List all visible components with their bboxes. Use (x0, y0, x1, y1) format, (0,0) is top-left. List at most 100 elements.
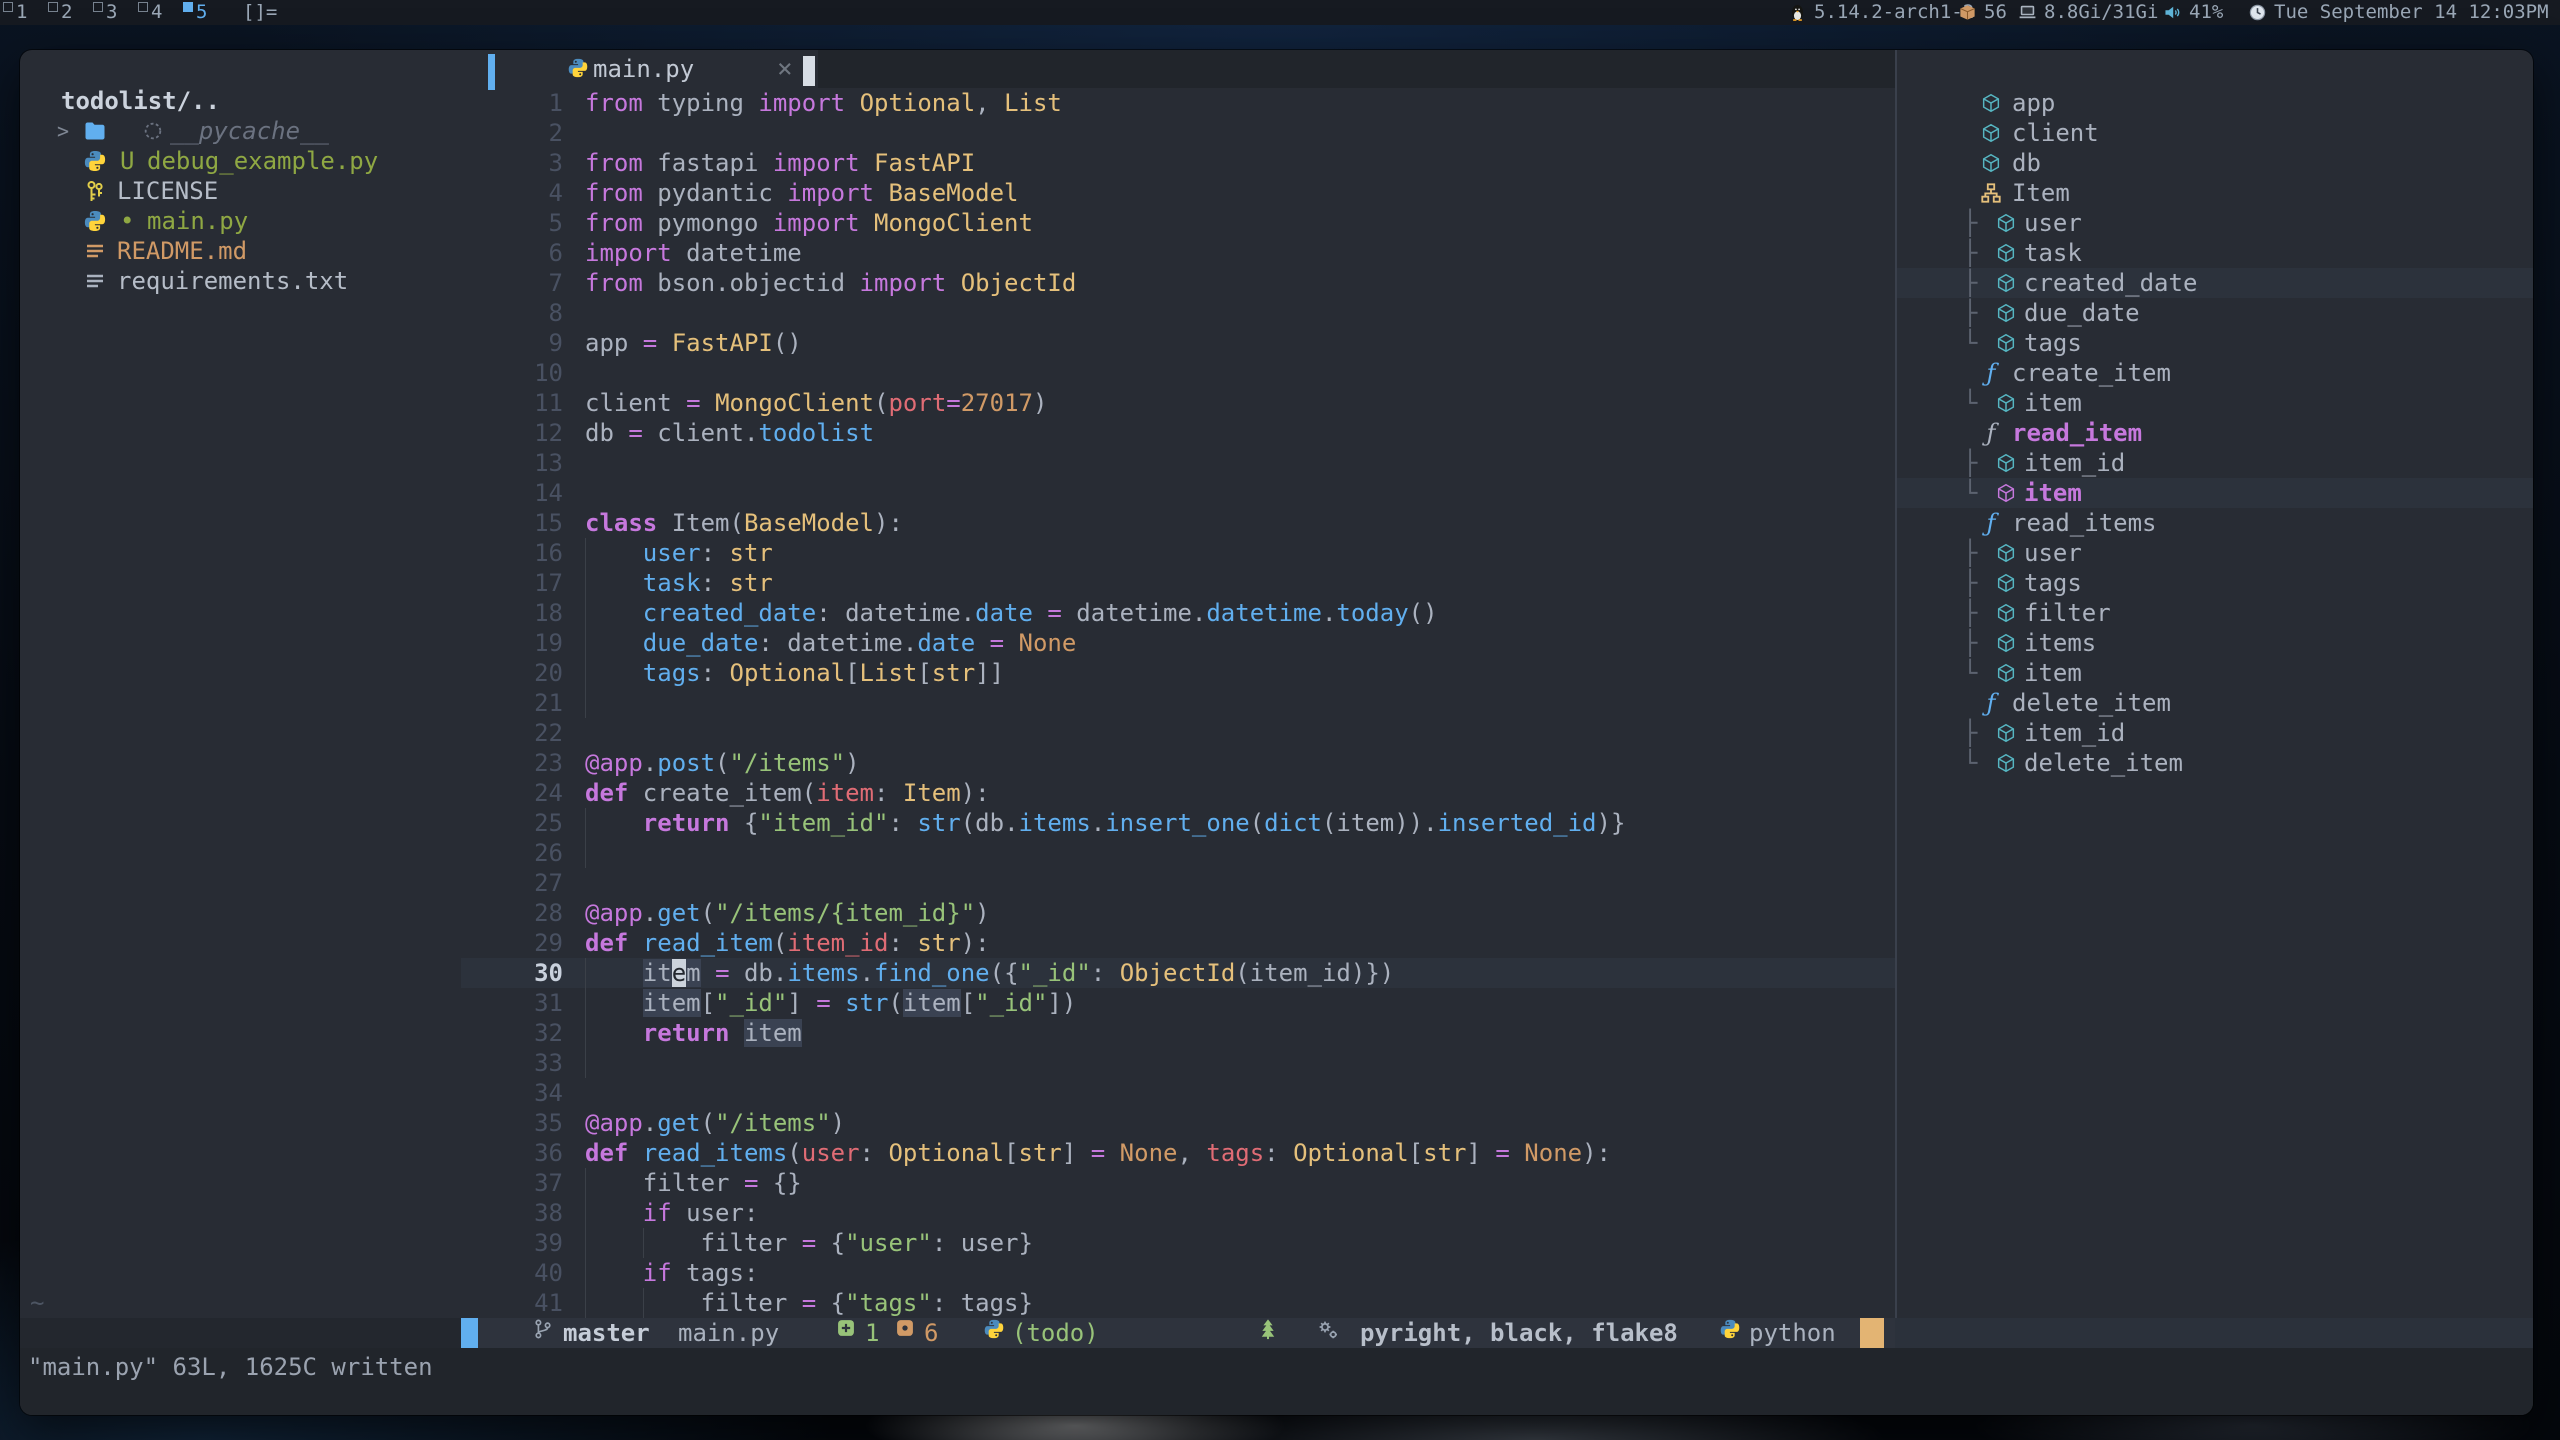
outline-item-app[interactable]: app (1897, 88, 2533, 118)
outline-item-item_id[interactable]: ├item_id (1897, 448, 2533, 478)
code-line-25[interactable]: 25 return {"item_id": str(db.items.inser… (461, 808, 1895, 838)
outline-item-Item[interactable]: Item (1897, 178, 2533, 208)
tree-item-README.md[interactable]: README.md (20, 236, 460, 266)
outline-item-read_items[interactable]: ƒread_items (1897, 508, 2533, 538)
code-line-22[interactable]: 22 (461, 718, 1895, 748)
workspace-5[interactable]: 5 (183, 0, 225, 25)
outline-item-delete_item[interactable]: ƒdelete_item (1897, 688, 2533, 718)
outline-item-user[interactable]: ├user (1897, 538, 2533, 568)
outline-item-db[interactable]: db (1897, 148, 2533, 178)
code-line-4[interactable]: 4from pydantic import BaseModel (461, 178, 1895, 208)
code-token: client (585, 389, 686, 417)
code-line-36[interactable]: 36def read_items(user: Optional[str] = N… (461, 1138, 1895, 1168)
outline-item-item[interactable]: └item (1897, 658, 2533, 688)
code-line-5[interactable]: 5from pymongo import MongoClient (461, 208, 1895, 238)
outline-item-item[interactable]: └item (1897, 388, 2533, 418)
code-line-19[interactable]: 19 due_date: datetime.date = None (461, 628, 1895, 658)
code-token: "user" (845, 1229, 932, 1257)
code-line-7[interactable]: 7from bson.objectid import ObjectId (461, 268, 1895, 298)
outline-label: task (2024, 238, 2082, 268)
code-line-23[interactable]: 23@app.post("/items") (461, 748, 1895, 778)
code-line-29[interactable]: 29def read_item(item_id: str): (461, 928, 1895, 958)
code-line-11[interactable]: 11client = MongoClient(port=27017) (461, 388, 1895, 418)
code-line-13[interactable]: 13 (461, 448, 1895, 478)
outline-item-filter[interactable]: ├filter (1897, 598, 2533, 628)
code-line-32[interactable]: 32 return item (461, 1018, 1895, 1048)
code-line-33[interactable]: 33 (461, 1048, 1895, 1078)
tree-connector: └ (1963, 328, 1977, 358)
code-line-35[interactable]: 35@app.get("/items") (461, 1108, 1895, 1138)
code-text: due_date: datetime.date = None (585, 628, 1076, 658)
code-line-39[interactable]: 39 filter = {"user": user} (461, 1228, 1895, 1258)
git-changed-count: 6 (924, 1318, 938, 1348)
code-token: db. (744, 959, 787, 987)
workspace-3[interactable]: 3 (93, 0, 135, 25)
tab-close-icon[interactable]: × (777, 54, 793, 84)
code-token: : (1091, 959, 1120, 987)
line-number: 36 (461, 1138, 563, 1168)
tree-item-main.py[interactable]: •main.py (20, 206, 460, 236)
outline-item-task[interactable]: ├task (1897, 238, 2533, 268)
code-line-1[interactable]: 1from typing import Optional, List (461, 88, 1895, 118)
code-line-34[interactable]: 34 (461, 1078, 1895, 1108)
outline-item-due_date[interactable]: ├due_date (1897, 298, 2533, 328)
code-line-16[interactable]: 16 user: str (461, 538, 1895, 568)
outline-item-created_date[interactable]: ├created_date (1897, 268, 2533, 298)
code-line-6[interactable]: 6import datetime (461, 238, 1895, 268)
code-line-17[interactable]: 17 task: str (461, 568, 1895, 598)
tree-item-requirements.txt[interactable]: requirements.txt (20, 266, 460, 296)
code-line-30[interactable]: 30 item = db.items.find_one({"_id": Obje… (461, 958, 1895, 988)
code-token (585, 599, 643, 627)
code-line-27[interactable]: 27 (461, 868, 1895, 898)
volume-icon (2163, 3, 2182, 22)
code-token: return (643, 1019, 744, 1047)
code-line-9[interactable]: 9app = FastAPI() (461, 328, 1895, 358)
outline-item-delete_item[interactable]: └delete_item (1897, 748, 2533, 778)
outline-item-items[interactable]: ├items (1897, 628, 2533, 658)
code-line-8[interactable]: 8 (461, 298, 1895, 328)
code-token: )} (1597, 809, 1626, 837)
outline-item-create_item[interactable]: ƒcreate_item (1897, 358, 2533, 388)
outline-item-item_id[interactable]: ├item_id (1897, 718, 2533, 748)
code-line-21[interactable]: 21 (461, 688, 1895, 718)
code-line-10[interactable]: 10 (461, 358, 1895, 388)
code-token: typing (657, 89, 758, 117)
code-line-15[interactable]: 15class Item(BaseModel): (461, 508, 1895, 538)
tab-main-py[interactable]: main.py (593, 54, 694, 84)
code-line-3[interactable]: 3from fastapi import FastAPI (461, 148, 1895, 178)
outline-item-user[interactable]: ├user (1897, 208, 2533, 238)
workspace-2[interactable]: 2 (48, 0, 90, 25)
code-token: str (917, 929, 960, 957)
code-line-41[interactable]: 41 filter = {"tags": tags} (461, 1288, 1895, 1318)
code-line-37[interactable]: 37 filter = {} (461, 1168, 1895, 1198)
code-line-26[interactable]: 26 (461, 838, 1895, 868)
code-line-18[interactable]: 18 created_date: datetime.date = datetim… (461, 598, 1895, 628)
code-line-38[interactable]: 38 if user: (461, 1198, 1895, 1228)
code-line-31[interactable]: 31 item["_id"] = str(item["_id"]) (461, 988, 1895, 1018)
outline-item-tags[interactable]: ├tags (1897, 568, 2533, 598)
code-line-28[interactable]: 28@app.get("/items/{item_id}") (461, 898, 1895, 928)
code-token: "_id" (975, 989, 1047, 1017)
status-segment: 8.8Gi/31Gi (2018, 0, 2158, 25)
outline-item-item[interactable]: └item (1897, 478, 2533, 508)
workspace-1[interactable]: 1 (3, 0, 45, 25)
code-token: "_id" (1019, 959, 1091, 987)
outline-item-client[interactable]: client (1897, 118, 2533, 148)
tree-item-__pycache__[interactable]: >__pycache__ (20, 116, 460, 146)
fn-icon: ƒ (1980, 692, 2002, 714)
code-token: : (701, 659, 730, 687)
chevron-right-icon[interactable]: > (57, 116, 69, 146)
code-line-2[interactable]: 2 (461, 118, 1895, 148)
code-editor-pane[interactable]: 1from typing import Optional, List23from… (461, 88, 1895, 1318)
python-icon (83, 209, 107, 233)
code-line-20[interactable]: 20 tags: Optional[List[str]] (461, 658, 1895, 688)
tree-item-LICENSE[interactable]: LICENSE (20, 176, 460, 206)
code-line-40[interactable]: 40 if tags: (461, 1258, 1895, 1288)
tree-item-debug_example.py[interactable]: Udebug_example.py (20, 146, 460, 176)
code-line-12[interactable]: 12db = client.todolist (461, 418, 1895, 448)
workspace-4[interactable]: 4 (138, 0, 180, 25)
code-line-14[interactable]: 14 (461, 478, 1895, 508)
outline-item-read_item[interactable]: ƒread_item (1897, 418, 2533, 448)
code-line-24[interactable]: 24def create_item(item: Item): (461, 778, 1895, 808)
outline-item-tags[interactable]: └tags (1897, 328, 2533, 358)
